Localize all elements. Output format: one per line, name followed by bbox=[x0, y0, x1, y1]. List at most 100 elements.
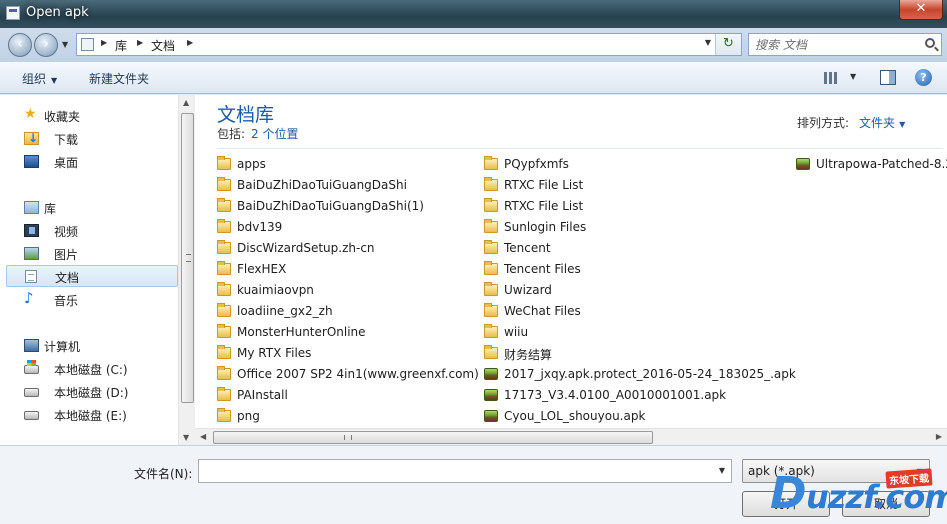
star-icon: ★ bbox=[24, 106, 37, 122]
scroll-up-icon[interactable]: ▲ bbox=[183, 98, 189, 107]
folder-icon bbox=[484, 345, 498, 359]
file-name: kuaimiaovpn bbox=[237, 283, 314, 297]
scroll-right-icon[interactable]: ▶ bbox=[936, 432, 942, 441]
library-title: 文档库 bbox=[217, 104, 275, 126]
arrange-label: 排列方式: bbox=[797, 116, 850, 130]
apk-file-icon bbox=[796, 158, 810, 170]
title-bar: Open apk ✕ bbox=[0, 0, 947, 28]
nav-item-drive-d[interactable]: 本地磁盘 (D:) bbox=[6, 381, 178, 403]
file-name: Office 2007 SP2 4in1(www.greenxf.com) bbox=[237, 367, 479, 381]
nav-computer-label: 计算机 bbox=[44, 340, 81, 354]
filename-combobox[interactable]: ▼ bbox=[198, 459, 732, 483]
file-type-select[interactable]: apk (*.apk) ▼ bbox=[742, 459, 930, 483]
nav-item-drive-c[interactable]: 本地磁盘 (C:) bbox=[6, 358, 178, 380]
chevron-down-icon[interactable]: ▼ bbox=[917, 467, 923, 476]
search-box[interactable] bbox=[748, 33, 942, 56]
folder-icon bbox=[484, 282, 498, 296]
nav-item-label: 桌面 bbox=[54, 156, 79, 170]
folder-icon bbox=[484, 303, 498, 317]
library-icon bbox=[24, 201, 39, 214]
scroll-left-icon[interactable]: ◀ bbox=[200, 432, 206, 441]
organize-button[interactable]: 组织 ▼ bbox=[22, 70, 57, 87]
search-input[interactable] bbox=[755, 36, 915, 53]
folder-icon bbox=[217, 261, 231, 275]
open-button[interactable]: 打开 bbox=[742, 491, 830, 517]
scroll-thumb[interactable] bbox=[213, 431, 653, 444]
file-name: Cyou_LOL_shouyou.apk bbox=[504, 409, 646, 423]
help-icon[interactable]: ? bbox=[915, 69, 932, 86]
chevron-down-icon[interactable]: ▼ bbox=[899, 120, 905, 129]
arrange-by-dropdown[interactable]: 文件夹 bbox=[859, 116, 895, 130]
folder-icon bbox=[217, 219, 231, 233]
nav-favorites[interactable]: ★ 收藏夹 bbox=[6, 105, 178, 127]
file-name: Tencent Files bbox=[504, 262, 581, 276]
computer-icon bbox=[24, 339, 39, 352]
grip-icon bbox=[344, 435, 352, 440]
nav-item-music[interactable]: ♪ 音乐 bbox=[6, 289, 178, 311]
file-name: Ultrapowa-Patched-8.2 bbox=[816, 157, 947, 171]
folder-icon bbox=[217, 156, 231, 170]
file-list-scrollbar[interactable]: ◀ ▶ bbox=[195, 428, 947, 445]
nav-item-label: 本地磁盘 (E:) bbox=[54, 409, 127, 423]
file-name: PAInstall bbox=[237, 388, 288, 402]
file-name: BaiDuZhiDaoTuiGuangDaShi bbox=[237, 178, 407, 192]
view-dropdown-icon[interactable]: ▼ bbox=[850, 72, 856, 81]
grip-icon bbox=[186, 254, 191, 262]
path-box[interactable]: ▶ 库 ▶ 文档 ▶ ▼ ↻ bbox=[76, 33, 742, 56]
nav-computer[interactable]: 计算机 bbox=[6, 335, 178, 357]
folder-icon bbox=[484, 240, 498, 254]
navigation-scrollbar[interactable]: ▲ ▼ bbox=[178, 95, 195, 445]
nav-item-documents[interactable]: 文档 bbox=[6, 265, 178, 287]
arrange-by: 排列方式: 文件夹 ▼ bbox=[797, 114, 905, 131]
folder-icon bbox=[217, 345, 231, 359]
path-dropdown-icon[interactable]: ▼ bbox=[705, 38, 711, 47]
divider bbox=[217, 148, 943, 149]
nav-item-label: 音乐 bbox=[54, 294, 79, 308]
file-name: RTXC File List bbox=[504, 178, 584, 192]
back-button[interactable]: ‹ bbox=[8, 33, 32, 57]
filename-label: 文件名(N): bbox=[134, 467, 193, 481]
picture-icon bbox=[24, 247, 39, 260]
close-button[interactable]: ✕ bbox=[899, 0, 943, 20]
organize-label: 组织 bbox=[22, 72, 47, 86]
desktop-icon bbox=[24, 155, 39, 168]
breadcrumb-separator-icon[interactable]: ▶ bbox=[187, 38, 193, 47]
folder-icon bbox=[484, 219, 498, 233]
search-icon[interactable] bbox=[925, 38, 935, 48]
nav-item-desktop[interactable]: 桌面 bbox=[6, 151, 178, 173]
file-name: bdv139 bbox=[237, 220, 283, 234]
file-list-pane: 文档库 包括: 2 个位置 排列方式: 文件夹 ▼ apps BaiDuZhiDaoTu… bbox=[195, 95, 947, 445]
breadcrumb-separator-icon[interactable]: ▶ bbox=[101, 38, 107, 47]
recent-pages-dropdown-icon[interactable]: ▼ bbox=[62, 40, 68, 49]
file-name: My RTX Files bbox=[237, 346, 312, 360]
file-name: 2017_jxqy.apk.protect_2016-05-24_183025_… bbox=[504, 367, 796, 381]
scroll-thumb[interactable] bbox=[181, 113, 194, 403]
filename-input[interactable] bbox=[203, 463, 703, 479]
cancel-button[interactable]: 取消 bbox=[842, 491, 930, 517]
breadcrumb-documents[interactable]: 文档 bbox=[151, 37, 175, 54]
nav-item-videos[interactable]: 视频 bbox=[6, 220, 178, 242]
forward-button[interactable]: › bbox=[34, 33, 58, 57]
nav-favorites-label: 收藏夹 bbox=[44, 110, 81, 124]
drive-icon bbox=[24, 411, 39, 420]
nav-libraries[interactable]: 库 bbox=[6, 197, 178, 219]
folder-icon bbox=[484, 156, 498, 170]
scroll-down-icon[interactable]: ▼ bbox=[183, 433, 189, 442]
breadcrumb-separator-icon[interactable]: ▶ bbox=[137, 38, 143, 47]
library-includes: 包括: 2 个位置 bbox=[217, 125, 299, 142]
includes-locations-link[interactable]: 2 个位置 bbox=[251, 127, 298, 141]
folder-icon bbox=[217, 198, 231, 212]
nav-item-downloads[interactable]: 下载 bbox=[6, 128, 178, 150]
view-options-icon[interactable] bbox=[824, 72, 838, 84]
new-folder-button[interactable]: 新建文件夹 bbox=[89, 70, 149, 87]
folder-icon bbox=[217, 408, 231, 422]
chevron-down-icon: ▼ bbox=[51, 76, 58, 85]
refresh-button[interactable]: ↻ bbox=[715, 34, 741, 55]
file-name: DiscWizardSetup.zh-cn bbox=[237, 241, 375, 255]
location-icon bbox=[81, 38, 94, 51]
preview-pane-icon[interactable] bbox=[880, 70, 896, 85]
chevron-down-icon[interactable]: ▼ bbox=[719, 466, 725, 475]
nav-item-drive-e[interactable]: 本地磁盘 (E:) bbox=[6, 404, 178, 426]
breadcrumb-library[interactable]: 库 bbox=[115, 37, 127, 54]
nav-item-pictures[interactable]: 图片 bbox=[6, 243, 178, 265]
